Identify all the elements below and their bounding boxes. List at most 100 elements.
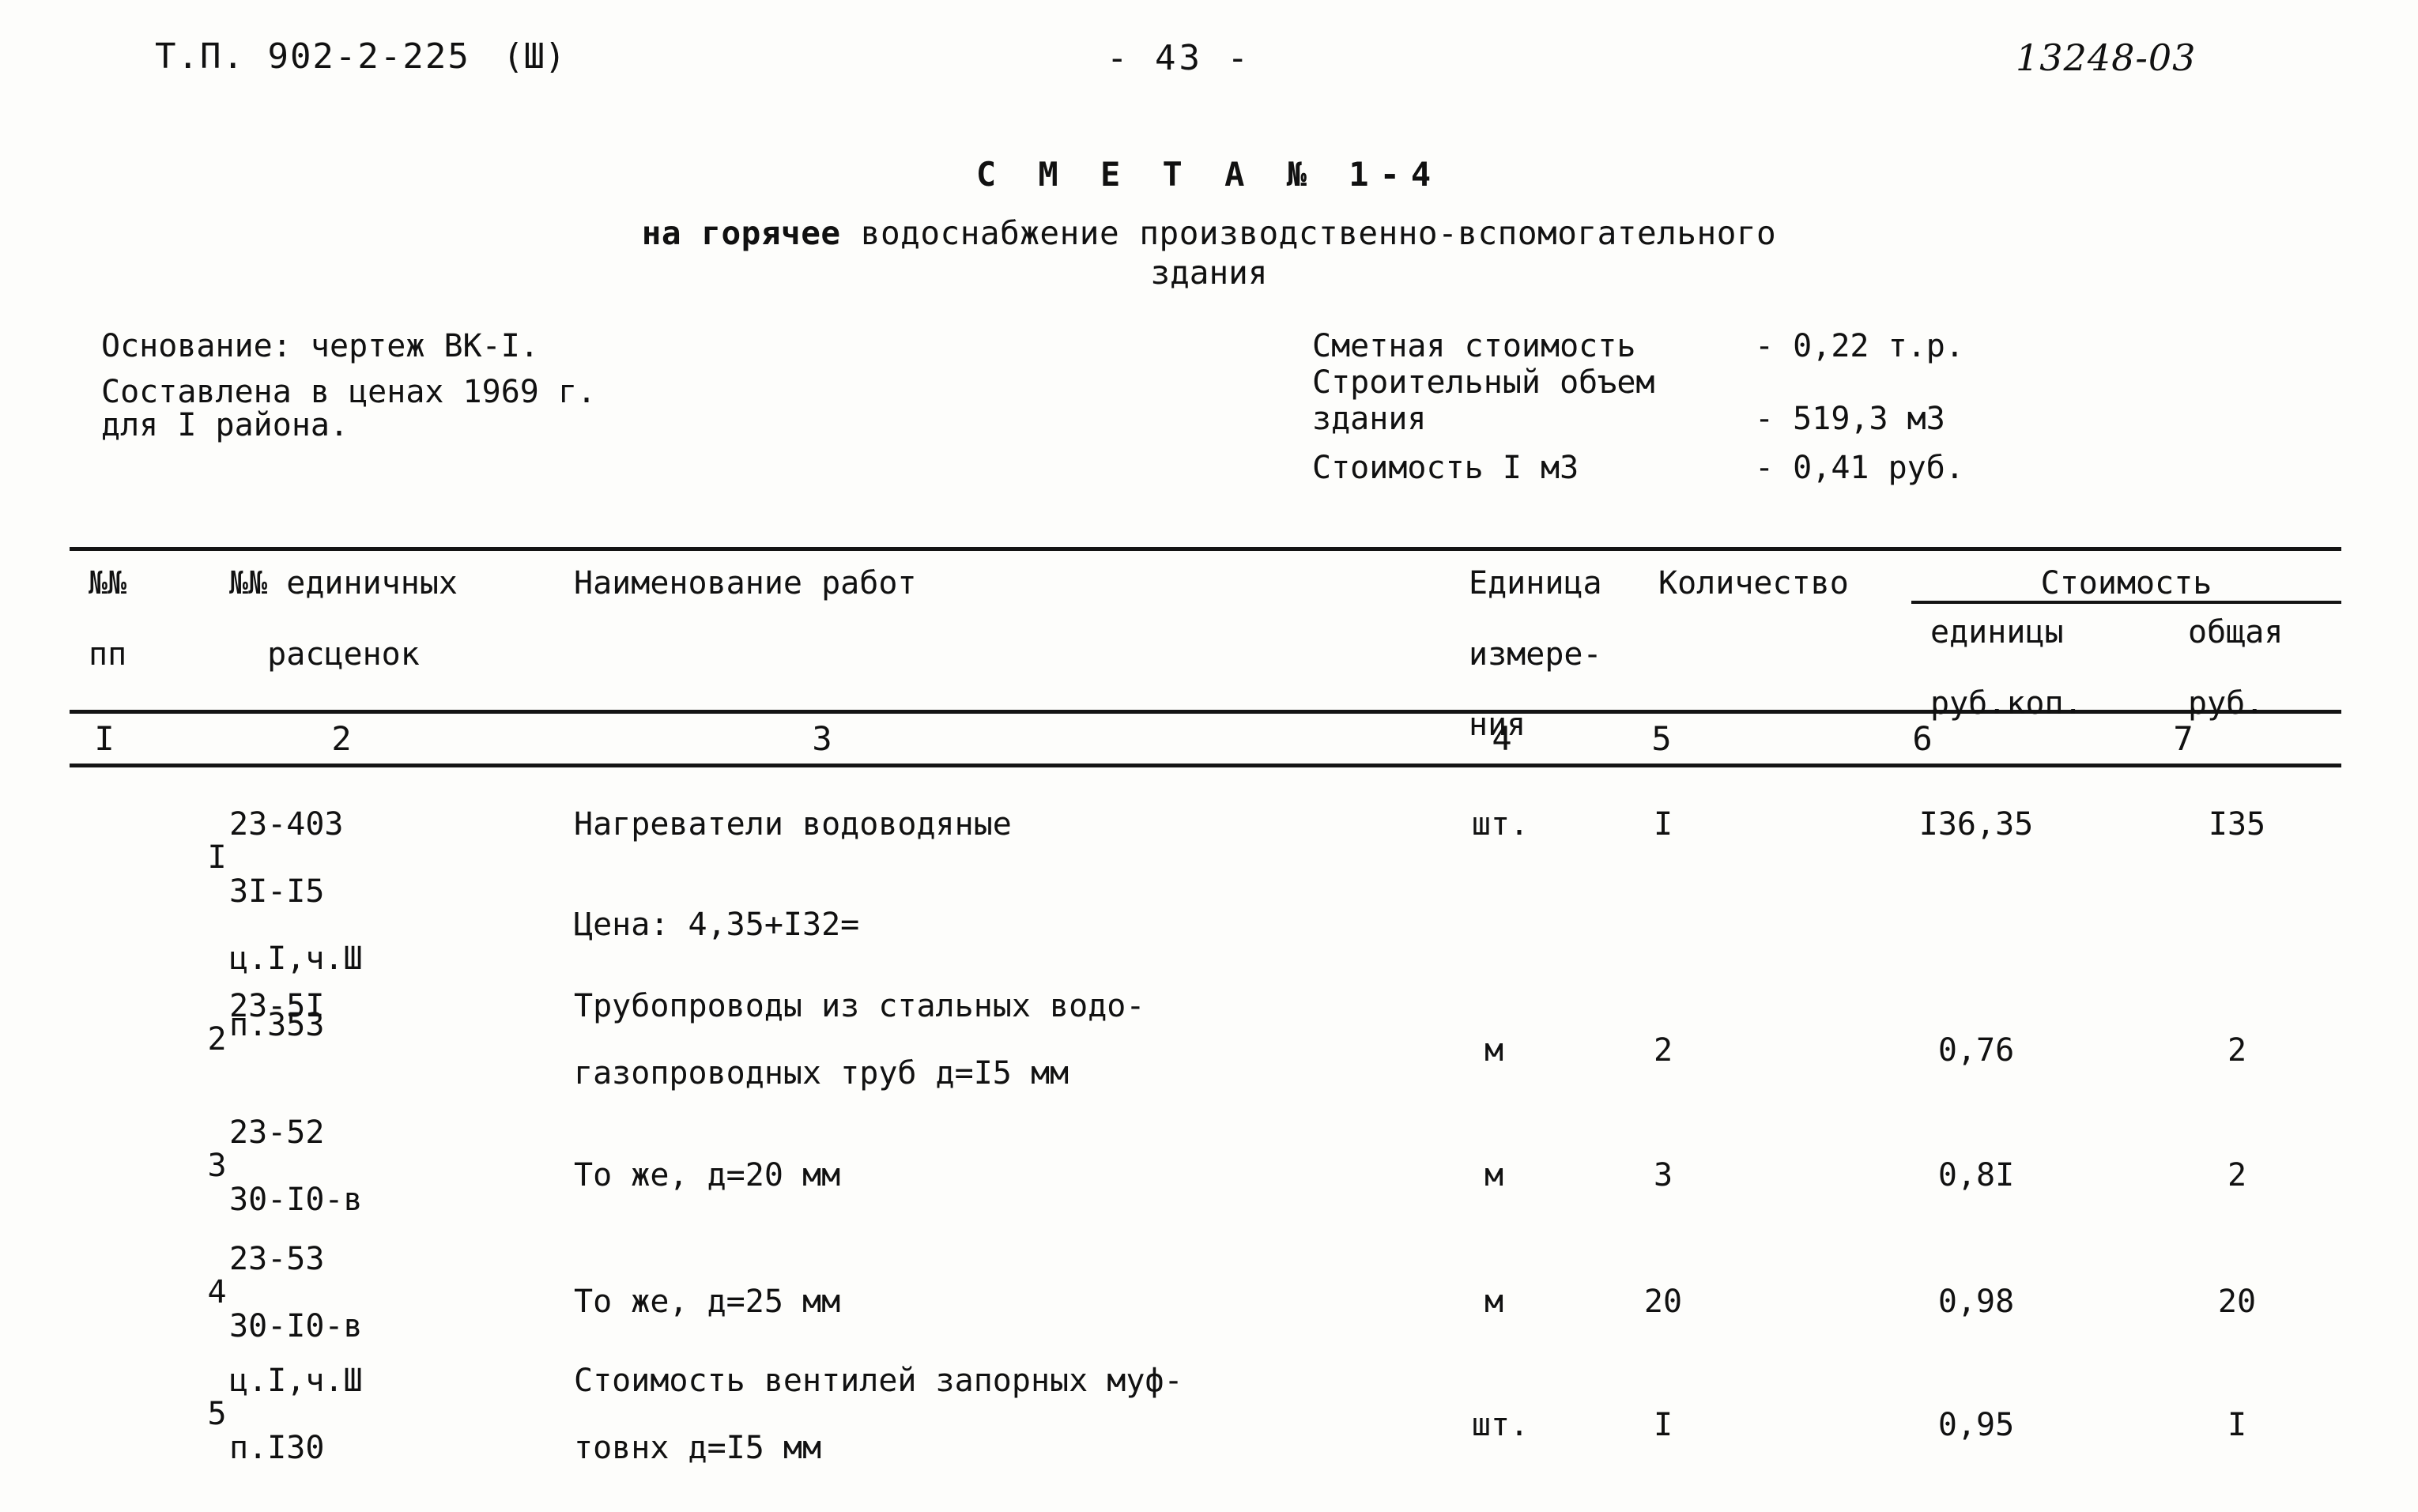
cell-quantity: I (1653, 806, 1673, 843)
work-line: Трубопроводы из стальных водо- (574, 988, 1145, 1024)
th-unit-rate-code: №№ единичных расценок (229, 566, 458, 672)
rate-code-line: 30-I0-в (229, 1307, 363, 1344)
summary-value: - 519,3 м3 (1755, 401, 1945, 437)
th-cost-group: Стоимость (2040, 565, 2212, 601)
th-item-number: №№ пп (89, 566, 126, 672)
prices-region-line: для I района. (101, 407, 349, 443)
summary-label: Стоимость I м3 (1312, 450, 1579, 486)
rate-code-line: п.I30 (229, 1429, 325, 1466)
rate-code-line: ц.I,ч.Ш (229, 940, 363, 977)
th-unit-of-measure: Единица измере- ния (1469, 566, 1602, 743)
rate-code-line: 23-5I (229, 988, 325, 1024)
cell-quantity: 20 (1643, 1284, 1683, 1320)
cell-item-number: 3 (207, 1148, 227, 1185)
cell-unit: шт. (1471, 806, 1530, 843)
page-number: - 43 - (1107, 38, 1251, 78)
cell-work-name: Трубопроводы из стальных водо- газопрово… (574, 988, 1145, 1092)
cell-work-name: Стоимость вентилей запорных муф- товнх д… (574, 1364, 1183, 1465)
cell-unit-cost: 0,76 (1937, 1032, 2015, 1069)
colnum-4: 4 (1492, 719, 1512, 758)
th-item-number-l1: №№ (89, 565, 127, 601)
cell-rate-codes: 23-52 30-I0-в (229, 1114, 363, 1218)
page-subtitle-line1: на горячее водоснабжение производственно… (0, 214, 2418, 252)
th-unit-rate-code-l1: №№ единичных (229, 565, 458, 601)
table-colnum-rule (70, 764, 2341, 767)
th-cost-per-unit-l1: единицы (1930, 614, 2064, 650)
page-subtitle-line2: здания (1150, 254, 1268, 292)
th-cost-per-unit: единицы руб.коп. (1930, 615, 2083, 721)
document-page: Т.П. 902-2-225 (Ш) - 43 - 13248-03 С М Е… (0, 0, 2418, 1512)
cell-unit-cost: 0,98 (1937, 1284, 2015, 1320)
table-row: 3 (93, 1116, 227, 1216)
colnum-6: 6 (1912, 719, 1933, 758)
work-line: газопроводных труб д=I5 мм (574, 1054, 1069, 1092)
cell-total-cost: 2 (2227, 1032, 2247, 1069)
th-cost-total-l2: руб. (2188, 684, 2265, 722)
work-line: Стоимость вентилей запорных муф- (574, 1363, 1183, 1399)
rate-code-line: 3I-I5 (229, 873, 325, 910)
work-line: Нагреватели водоводяные (574, 806, 1012, 843)
colnum-3: 3 (812, 719, 832, 758)
basis-info-block: Основание: чертеж ВК-I. Составлена в цен… (101, 330, 596, 455)
rate-code-line: 30-I0-в (229, 1181, 363, 1218)
summary-label: Строительный объем (1312, 364, 1655, 401)
table-row: 5 (93, 1364, 227, 1465)
th-item-number-l2: пп (89, 635, 127, 673)
th-cost-total: общая руб. (2188, 615, 2283, 721)
cell-quantity: 2 (1653, 1032, 1673, 1069)
rate-code-line: 23-53 (229, 1241, 325, 1277)
cell-total-cost: I (2227, 1407, 2247, 1443)
colnum-2: 2 (331, 719, 352, 758)
th-cost-per-unit-l2: руб.коп. (1930, 684, 2083, 722)
th-unit-of-measure-l3: ния (1469, 707, 1526, 744)
th-work-name: Наименование работ (574, 565, 917, 601)
th-cost-total-l1: общая (2188, 614, 2284, 650)
title-block: С М Е Т А № 1-4 на горячее водоснабжение… (0, 155, 2418, 292)
cell-total-cost: 2 (2227, 1157, 2247, 1193)
subtitle-rest-part: водоснабжение производственно-вспомогате… (840, 214, 1777, 252)
cell-work-name: Нагреватели водоводяные Цена: 4,35+I32= (574, 808, 1012, 942)
subtitle-bold-part: на горячее (641, 214, 841, 252)
page-title: С М Е Т А № 1-4 (975, 155, 1443, 194)
basis-drawing-line: Основание: чертеж ВК-I. (101, 328, 539, 364)
cell-rate-codes: 23-5I (229, 990, 324, 1023)
cell-quantity: 3 (1653, 1157, 1673, 1193)
work-line: То же, д=20 мм (574, 1157, 841, 1193)
cell-unit: шт. (1471, 1407, 1530, 1443)
cell-unit-cost: 0,95 (1937, 1407, 2015, 1443)
th-unit-of-measure-l2: измере- (1469, 635, 1602, 673)
cell-work-name: То же, д=25 мм (574, 1285, 840, 1318)
cell-unit: м (1484, 1157, 1504, 1193)
summary-label: здания (1312, 401, 1427, 437)
cell-work-name: То же, д=20 мм (574, 1159, 840, 1192)
cell-rate-codes: ц.I,ч.Ш п.I30 (229, 1364, 363, 1465)
summary-row-building-volume-label: Строительный объем (1312, 367, 1964, 398)
prices-year-line: Составлена в ценах 1969 г. (101, 374, 597, 410)
cell-rate-codes: 23-53 30-I0-в (229, 1241, 363, 1344)
table-top-rule (70, 547, 2341, 551)
summary-label: Сметная стоимость (1312, 328, 1636, 364)
rate-code-line: 23-403 (229, 806, 344, 843)
th-quantity: Количество (1658, 565, 1849, 601)
cell-unit: м (1484, 1032, 1504, 1069)
cell-unit-cost: 0,8I (1937, 1157, 2015, 1193)
colnum-7: 7 (2173, 719, 2194, 758)
work-line: товнх д=I5 мм (574, 1429, 822, 1466)
work-line: То же, д=25 мм (574, 1284, 841, 1320)
cost-summary-block: Сметная стоимость - 0,22 т.р. Строительн… (1312, 330, 1964, 488)
cell-unit-cost: I36,35 (1918, 806, 2034, 843)
summary-value: - 0,22 т.р. (1755, 328, 1964, 364)
rate-code-line: ц.I,ч.Ш (229, 1363, 363, 1399)
summary-value: - 0,41 руб. (1755, 450, 1964, 486)
page-header: Т.П. 902-2-225 (Ш) - 43 - 13248-03 (0, 36, 2418, 87)
rate-code-line: 23-52 (229, 1114, 325, 1151)
th-unit-of-measure-l1: Единица (1469, 565, 1602, 601)
cell-item-number: 2 (207, 1021, 227, 1058)
cell-total-cost: 20 (2217, 1284, 2257, 1320)
cell-item-number: I (207, 839, 227, 877)
cell-quantity: I (1653, 1407, 1673, 1443)
colnum-5: 5 (1651, 719, 1672, 758)
summary-row-estimate-cost: Сметная стоимость - 0,22 т.р. (1312, 330, 1964, 362)
work-line: Цена: 4,35+I32= (574, 907, 860, 944)
th-unit-rate-code-l2: расценок (229, 635, 420, 673)
